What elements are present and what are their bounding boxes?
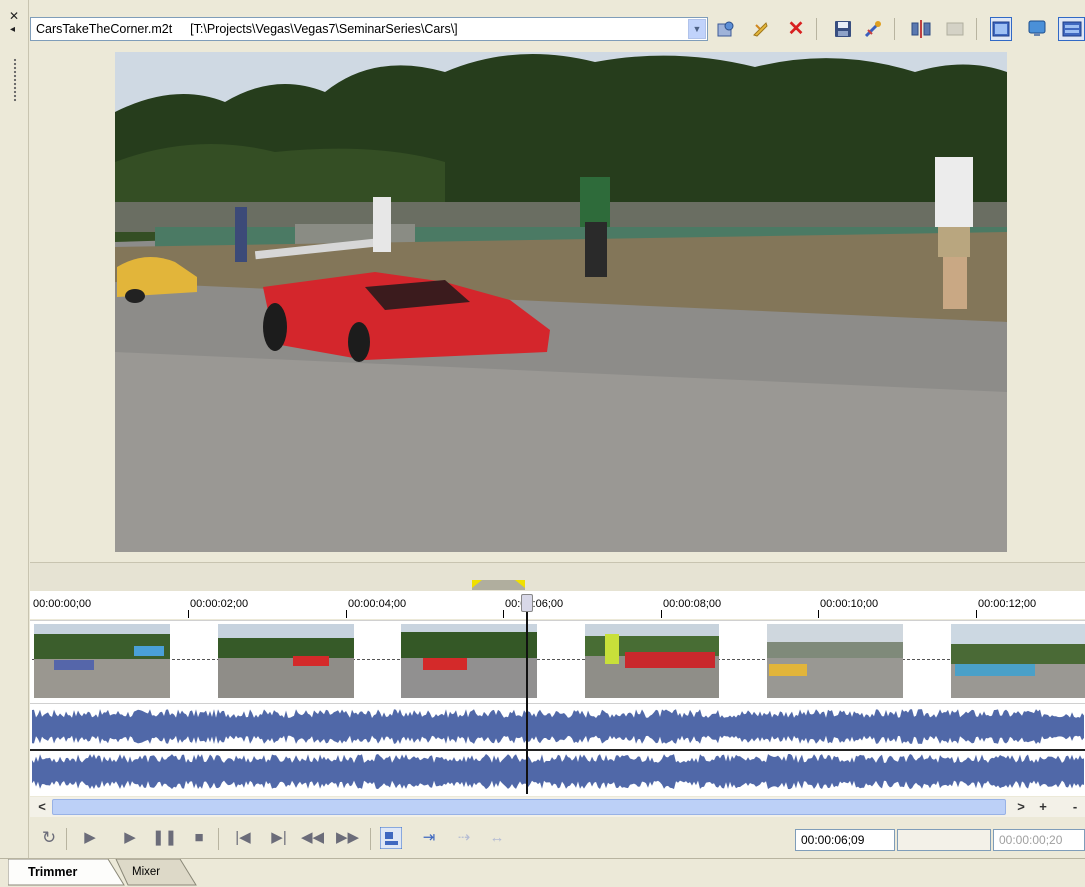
ruler-label: 00:00:08;00	[663, 598, 722, 610]
ruler-tick	[346, 610, 347, 618]
split-icon[interactable]	[910, 17, 932, 41]
transport-separator	[370, 828, 371, 850]
loop-end-marker[interactable]	[515, 580, 525, 588]
add-after-icon: ↔	[489, 829, 505, 846]
ruler-tick	[818, 610, 819, 618]
audio-waveform-left	[32, 709, 1084, 745]
file-path: [T:\Projects\Vegas\Vegas7\SeminarSeries\…	[190, 22, 458, 36]
playhead-cursor[interactable]	[526, 596, 528, 794]
selection-length-display[interactable]	[897, 829, 991, 851]
settings-icon[interactable]	[862, 17, 884, 41]
ruler-tick	[503, 610, 504, 618]
video-preview-frame	[115, 52, 1007, 552]
toolbar-separator	[894, 18, 895, 40]
save-icon[interactable]	[832, 17, 854, 41]
loop-icon[interactable]: ↻	[38, 825, 60, 851]
ruler-label: 00:00:12;00	[978, 598, 1037, 610]
snapshot-icon	[944, 17, 966, 41]
rewind-icon[interactable]: ◀◀	[301, 825, 324, 851]
playhead-handle[interactable]	[521, 594, 533, 612]
zoom-out-button[interactable]: -	[1066, 798, 1084, 816]
dock-strip	[0, 0, 29, 858]
transport-separator	[218, 828, 219, 850]
tab-mixer[interactable]: Mixer	[132, 860, 160, 884]
ruler-label: 00:00:02;00	[190, 598, 249, 610]
play-icon[interactable]: ▶	[119, 825, 141, 851]
ruler-label: 00:00:00;00	[33, 598, 92, 610]
audio-waveform-right	[32, 754, 1084, 790]
monitor-icon[interactable]	[1026, 17, 1048, 41]
end-time-display[interactable]: 00:00:00;20	[993, 829, 1085, 851]
transport-separator	[66, 828, 67, 850]
chevron-down-icon[interactable]: ▼	[688, 19, 706, 39]
ruler-tick	[976, 610, 977, 618]
close-icon[interactable]: ✕	[9, 10, 19, 22]
pause-icon[interactable]: ❚❚	[152, 825, 177, 851]
play-from-start-icon[interactable]: ▶	[79, 825, 101, 851]
file-name: CarsTakeTheCorner.m2t	[36, 22, 173, 36]
video-thumbnail	[34, 624, 170, 698]
video-frame-image	[115, 52, 1007, 552]
add-before-icon: ⇢	[457, 829, 471, 846]
video-thumbnail	[767, 624, 903, 698]
add-to-timeline-icon[interactable]	[379, 825, 403, 851]
cursor-time-display[interactable]: 00:00:06;09	[795, 829, 895, 851]
ruler-tick	[188, 610, 189, 618]
video-preview-icon[interactable]	[990, 17, 1012, 41]
split-screen-icon[interactable]	[1058, 17, 1085, 41]
dock-arrow-icon[interactable]: ◂	[10, 24, 15, 35]
zoom-in-button[interactable]: +	[1034, 798, 1052, 816]
loop-start-marker[interactable]	[472, 580, 482, 588]
media-file-combo[interactable]: CarsTakeTheCorner.m2t [T:\Projects\Vegas\…	[30, 17, 708, 41]
grip-handle-icon[interactable]	[13, 58, 17, 102]
go-to-start-icon[interactable]: |◀	[232, 825, 254, 851]
ruler-label: 00:00:10;00	[820, 598, 879, 610]
add-at-cursor-icon[interactable]: ⇥	[418, 825, 440, 851]
go-to-end-icon[interactable]: ▶|	[268, 825, 290, 851]
stop-icon[interactable]: ■	[188, 825, 210, 851]
video-thumbnail	[401, 624, 537, 698]
ruler-tick	[661, 610, 662, 618]
video-thumbnail	[951, 624, 1085, 698]
channel-divider	[30, 749, 1085, 751]
video-envelope-line	[32, 659, 1085, 661]
tab-trimmer[interactable]: Trimmer	[28, 860, 77, 884]
toolbar-separator	[816, 18, 817, 40]
video-thumbnail	[585, 624, 719, 698]
toolbar-separator	[976, 18, 977, 40]
open-in-explorer-icon[interactable]	[715, 17, 737, 41]
scroll-left-button[interactable]: <	[33, 798, 51, 816]
edit-in-external-icon[interactable]	[749, 17, 771, 41]
video-thumbnail	[218, 624, 354, 698]
fast-forward-icon[interactable]: ▶▶	[336, 825, 359, 851]
scroll-right-button[interactable]: >	[1012, 798, 1030, 816]
marker-bar[interactable]	[30, 562, 1085, 592]
ruler-label: 00:00:06;00	[505, 598, 564, 610]
ruler-label: 00:00:04;00	[348, 598, 407, 610]
scrollbar-thumb[interactable]	[52, 799, 1006, 815]
delete-icon[interactable]: ✕	[785, 17, 807, 41]
video-track[interactable]	[30, 620, 1085, 703]
